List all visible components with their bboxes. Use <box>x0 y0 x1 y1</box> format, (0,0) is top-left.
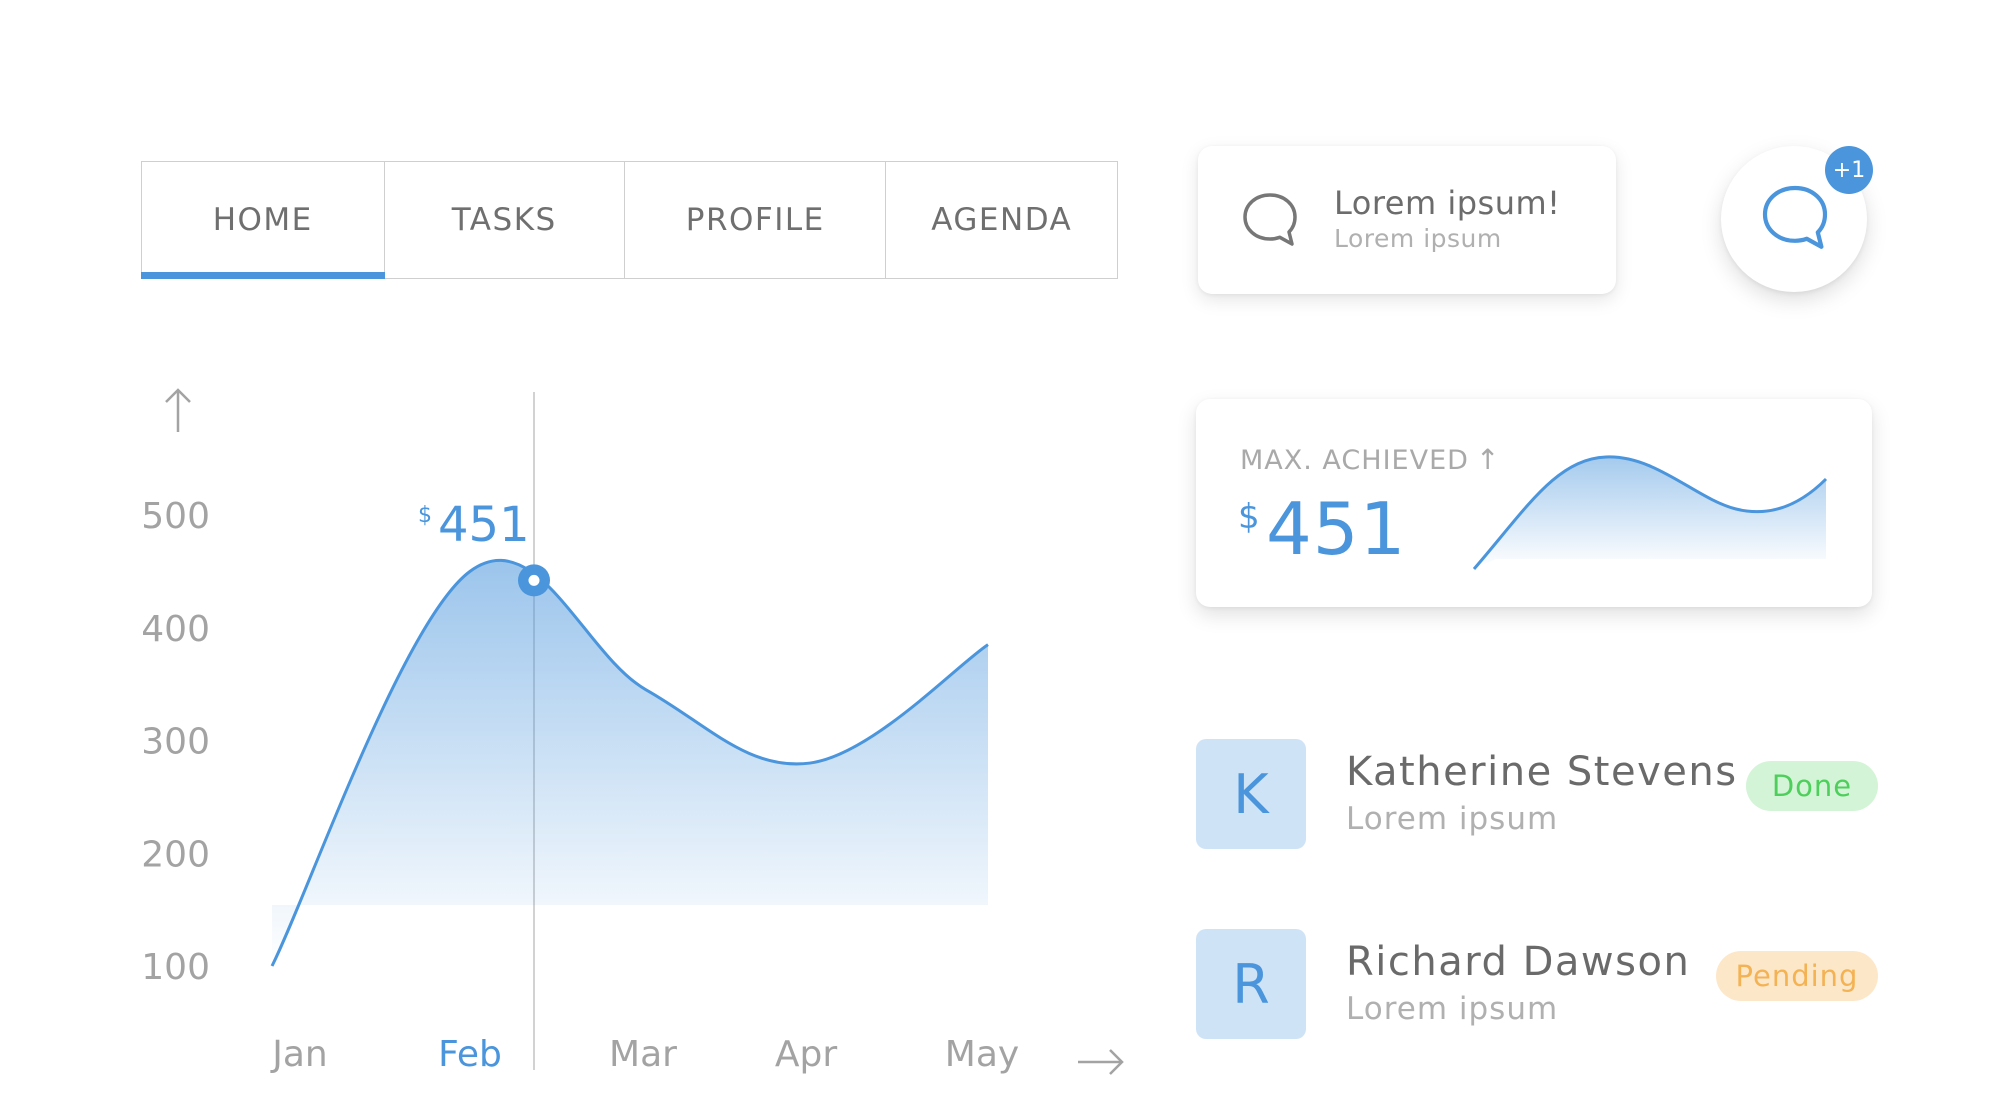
chat-bubble-icon <box>1762 185 1828 249</box>
y-axis-ticks: 100 200 300 400 500 <box>141 496 210 988</box>
sparkline-fill <box>1474 456 1826 569</box>
y-tick-label: 200 <box>141 834 210 875</box>
y-tick-label: 300 <box>141 722 210 763</box>
y-tick-label: 400 <box>141 609 210 650</box>
person-name: Katherine Stevens <box>1346 749 1738 795</box>
y-tick-label: 100 <box>141 947 210 988</box>
message-subtitle: Lorem ipsum <box>1334 224 1502 253</box>
person-name: Richard Dawson <box>1346 939 1691 985</box>
avatar: K <box>1196 739 1306 849</box>
x-tick-label: Jan <box>270 1034 328 1075</box>
highlight-point-inner <box>528 574 540 586</box>
x-axis-arrow-icon <box>1078 1049 1124 1075</box>
avatar: R <box>1196 929 1306 1039</box>
x-axis-ticks: Jan Feb Mar Apr May <box>270 1034 1019 1075</box>
y-axis-arrow-icon <box>165 388 191 432</box>
list-item[interactable]: R Richard Dawson Lorem ipsum Pending <box>1196 929 1878 1039</box>
list-item[interactable]: K Katherine Stevens Lorem ipsum Done <box>1196 739 1878 849</box>
x-tick-label: Apr <box>775 1034 837 1075</box>
callout-currency: $ <box>418 503 432 528</box>
status-badge: Done <box>1746 761 1878 811</box>
message-card[interactable]: Lorem ipsum! Lorem ipsum <box>1198 146 1616 294</box>
x-tick-label: May <box>945 1034 1019 1075</box>
max-achieved-card: MAX. ACHIEVED ↑ $ 451 <box>1196 399 1872 607</box>
area-chart: 100 200 300 400 500 Jan Feb Mar Apr May $ 451 <box>141 388 1124 1075</box>
message-title: Lorem ipsum! <box>1334 184 1561 222</box>
sparkline <box>1472 455 1828 570</box>
x-tick-label: Feb <box>438 1034 502 1075</box>
notification-badge: +1 <box>1825 146 1873 194</box>
x-tick-label: Mar <box>609 1034 677 1075</box>
y-tick-label: 500 <box>141 496 210 537</box>
highlight-callout: $ 451 <box>418 497 530 553</box>
highlight-point[interactable] <box>518 564 550 597</box>
person-subtitle: Lorem ipsum <box>1346 991 1559 1027</box>
chat-bubble-icon <box>1243 193 1297 246</box>
callout-value: 451 <box>438 497 530 553</box>
person-subtitle: Lorem ipsum <box>1346 801 1559 837</box>
status-badge: Pending <box>1716 951 1878 1001</box>
area-fill <box>272 560 988 966</box>
